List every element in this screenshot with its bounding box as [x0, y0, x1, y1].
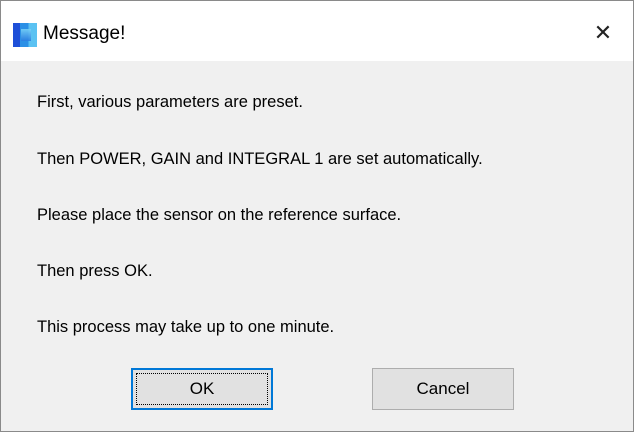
- app-icon: [13, 23, 37, 47]
- ok-button[interactable]: OK: [131, 368, 273, 410]
- title-bar[interactable]: Message! ✕: [1, 1, 633, 61]
- message-dialog: Message! ✕ First, various parameters are…: [0, 0, 634, 432]
- dialog-body: First, various parameters are preset. Th…: [1, 61, 633, 431]
- message-line-2: Then POWER, GAIN and INTEGRAL 1 are set …: [37, 150, 483, 168]
- ok-button-label: OK: [189, 379, 215, 398]
- message-line-1: First, various parameters are preset.: [37, 93, 303, 111]
- cancel-button[interactable]: Cancel: [372, 368, 514, 410]
- message-line-5: This process may take up to one minute.: [37, 318, 335, 336]
- close-icon[interactable]: ✕: [585, 17, 621, 49]
- window-title: Message!: [43, 23, 126, 44]
- message-line-4: Then press OK.: [37, 262, 153, 280]
- message-line-3: Please place the sensor on the reference…: [37, 206, 402, 224]
